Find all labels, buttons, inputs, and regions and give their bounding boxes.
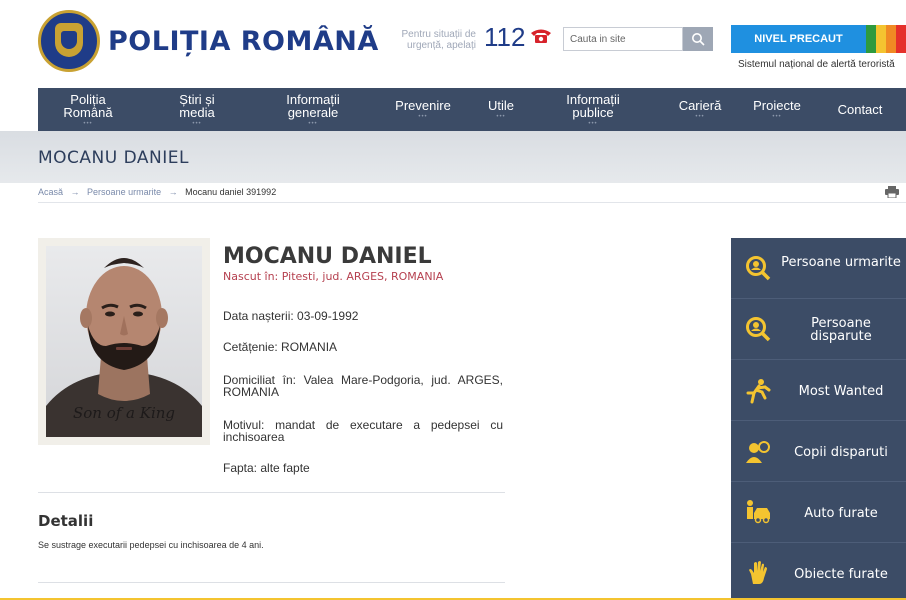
search-input[interactable]: Cauta in site (563, 27, 683, 51)
nav-item-informatii-publice[interactable]: Informații publice ••• (526, 88, 660, 131)
nav-item-prevenire[interactable]: Prevenire ••• (370, 88, 476, 131)
hand-icon (749, 561, 767, 584)
sidebar-item-label: Persoane disparute (810, 316, 872, 344)
nav-item-cariera[interactable]: Carieră ••• (660, 88, 740, 131)
nav-item-politia-romana[interactable]: Poliția Română ••• (38, 88, 138, 131)
nav-item-label: Utile (487, 98, 514, 113)
sidebar-item-label: Copii disparuti (794, 445, 888, 460)
nav-item-label: Informații publice (566, 91, 620, 120)
nav-dots: ••• (83, 120, 93, 127)
print-icon[interactable] (885, 186, 899, 198)
sidebar-item-obiecte-furate[interactable]: Obiecte furate (731, 543, 906, 600)
breadcrumb-section[interactable]: Persoane urmarite (87, 187, 161, 197)
breadcrumb-home[interactable]: Acasă (38, 187, 63, 197)
nav-dots: ••• (418, 114, 428, 120)
search-icon (692, 33, 705, 46)
nav-item-proiecte[interactable]: Proiecte ••• (740, 88, 814, 131)
page-title-bar: MOCANU DANIEL (0, 131, 906, 183)
alert-level-button[interactable]: NIVEL PRECAUT (731, 25, 866, 53)
breadcrumb-arrow-icon: → (70, 187, 80, 197)
person-residence: Domiciliat în: Valea Mare-Podgoria, jud.… (223, 373, 503, 399)
search-button[interactable] (683, 27, 713, 51)
police-crest-icon (38, 10, 100, 72)
page-title: MOCANU DANIEL (38, 148, 189, 168)
nav-item-label: Contact (837, 102, 883, 117)
sidebar-item-label: Auto furate (804, 506, 878, 521)
sidebar-item-auto-furate[interactable]: Auto furate (731, 482, 906, 543)
nav-item-label: Proiecte (753, 98, 801, 113)
car-thief-icon (747, 500, 770, 524)
nav-dots: ••• (496, 114, 506, 120)
emergency-text: Pentru situații de urgență, apelați (401, 29, 477, 51)
person-citizenship: Cetățenie: ROMANIA (223, 340, 338, 354)
nav-dots: ••• (695, 114, 705, 120)
alert-bar-green (866, 25, 876, 53)
alert-level-bars (866, 25, 906, 53)
section-divider (38, 492, 505, 493)
person-name: MOCANU DANIEL (223, 244, 432, 269)
nav-item-contact[interactable]: Contact (814, 88, 906, 131)
details-text: Se sustrage executarii pedepsei cu inchi… (38, 540, 264, 550)
sidebar-item-copii-disparuti[interactable]: Copii disparuti (731, 421, 906, 482)
emergency-number[interactable]: 112 (484, 22, 525, 53)
main-nav: Poliția Română ••• Știri și media ••• In… (38, 88, 906, 131)
nav-dots: ••• (772, 114, 782, 120)
alert-bar-orange (886, 25, 896, 53)
site-logo[interactable]: POLIȚIA ROMÂNĂ (38, 10, 379, 72)
nav-item-informatii-generale[interactable]: Informații generale ••• (256, 88, 370, 131)
person-birthplace: Nascut în: Pitesti, jud. ARGES, ROMANIA (223, 270, 444, 283)
person-reason: Motivul: mandat de executare a pedepsei … (223, 418, 503, 444)
nav-dots: ••• (192, 120, 202, 127)
sidebar-item-label: Obiecte furate (794, 567, 888, 582)
nav-item-label: Carieră (678, 98, 722, 113)
nav-item-label: Prevenire (395, 98, 451, 113)
alert-caption: Sistemul național de alertă teroristă (738, 59, 895, 70)
breadcrumb-divider (38, 202, 906, 203)
nav-dots: ••• (588, 120, 598, 127)
details-title: Detalii (38, 512, 94, 530)
child-icon (746, 441, 770, 463)
sidebar-item-label: Persoane urmarite (781, 255, 901, 270)
breadcrumb-arrow-icon: → (168, 187, 178, 197)
sidebar-item-most-wanted[interactable]: Most Wanted (731, 360, 906, 421)
section-divider (38, 582, 505, 583)
sidebar-item-label: Most Wanted (798, 384, 884, 399)
person-photo: Son of a King (46, 246, 202, 437)
phone-icon (531, 29, 551, 43)
person-deed: Fapta: alte fapte (223, 461, 310, 475)
nav-item-stiri-media[interactable]: Știri și media ••• (138, 88, 256, 131)
nav-dots: ••• (308, 120, 318, 127)
nav-item-utile[interactable]: Utile ••• (476, 88, 526, 131)
logo-text: POLIȚIA ROMÂNĂ (108, 25, 379, 57)
sidebar-item-persoane-urmarite[interactable]: Persoane urmarite (731, 238, 906, 299)
nav-item-label: Informații generale (286, 91, 340, 120)
breadcrumb: Acasă → Persoane urmarite → Mocanu danie… (38, 187, 276, 197)
running-man-icon (746, 379, 771, 404)
sidebar-item-persoane-disparute[interactable]: Persoane disparute (731, 299, 906, 360)
nav-item-label: Poliția Română (63, 91, 113, 120)
search-person-icon (746, 256, 771, 281)
person-photo-frame: Son of a King (38, 238, 210, 445)
search-person-icon (746, 317, 771, 342)
person-birth-date: Data nașterii: 03-09-1992 (223, 309, 359, 323)
sidebar: Persoane urmarite Persoane disparute Mos… (731, 238, 906, 600)
alert-bar-red (896, 25, 906, 53)
alert-bar-yellow (876, 25, 886, 53)
tattoo-text: Son of a King (73, 404, 175, 422)
header: POLIȚIA ROMÂNĂ Pentru situații de urgenț… (0, 0, 906, 88)
person-photo-image: Son of a King (46, 258, 202, 437)
nav-item-label: Știri și media (179, 91, 215, 120)
breadcrumb-current: Mocanu daniel 391992 (185, 187, 277, 197)
